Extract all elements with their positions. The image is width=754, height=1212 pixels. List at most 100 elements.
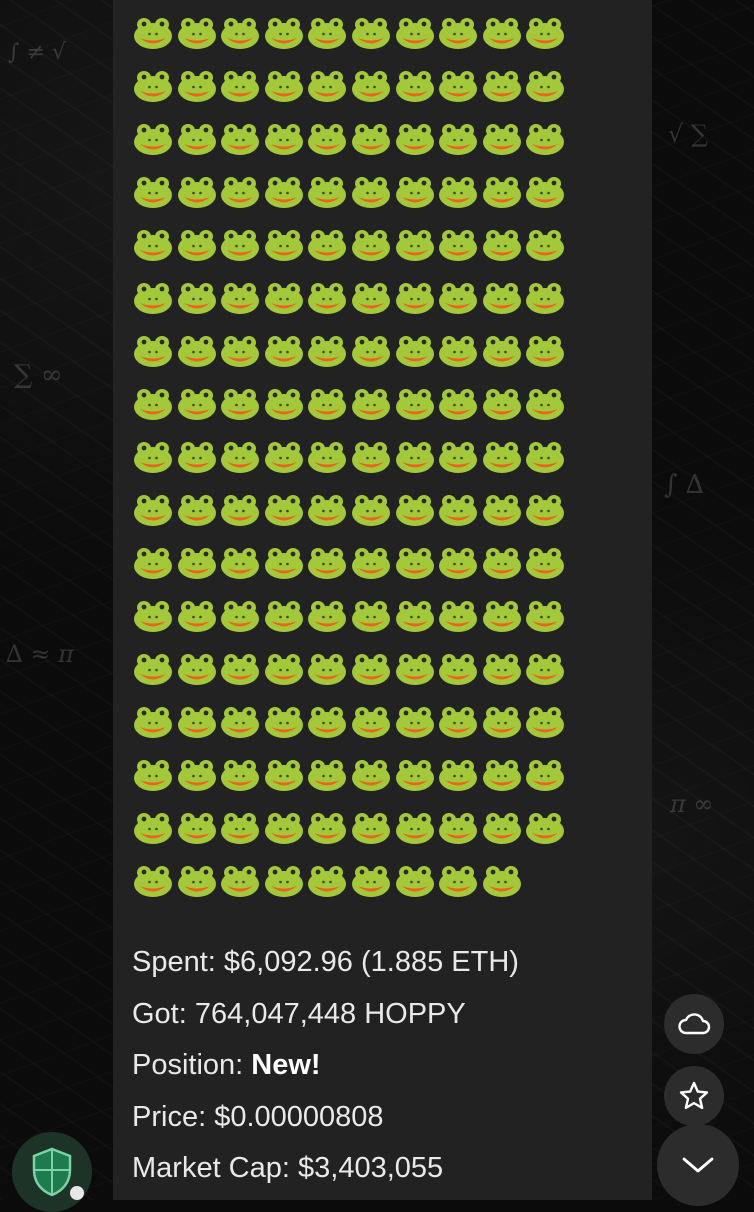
frog-emoji-icon [482,122,522,156]
frog-emoji-icon [220,705,260,739]
got-label: Got: [132,997,187,1030]
frog-emoji-icon [482,69,522,103]
frog-emoji-icon [177,69,217,103]
frog-emoji-icon [307,175,347,209]
frog-emoji-icon [220,387,260,421]
frog-row [133,644,633,697]
frog-emoji-icon [307,440,347,474]
frog-row [133,591,633,644]
frog-emoji-icon [351,387,391,421]
frog-emoji-icon [307,69,347,103]
frog-emoji-icon [177,493,217,527]
frog-row [133,8,633,61]
frog-emoji-icon [220,546,260,580]
frog-emoji-icon [220,69,260,103]
cloud-button[interactable] [664,994,724,1054]
frog-emoji-icon [395,122,435,156]
message-bubble[interactable]: Spent: $6,092.96 (1.885 ETH) Got: 764,04… [113,0,652,1200]
frog-row [133,61,633,114]
frog-emoji-icon [133,228,173,262]
frog-emoji-icon [351,122,391,156]
frog-emoji-icon [220,758,260,792]
sender-avatar[interactable] [12,1132,92,1212]
market-cap-value: $3,403,055 [298,1152,444,1184]
market-cap-label: Market Cap: [132,1152,290,1184]
frog-emoji-icon [177,387,217,421]
frog-emoji-icon [525,811,565,845]
frog-emoji-icon [133,758,173,792]
frog-emoji-icon [264,440,304,474]
frog-emoji-icon [395,652,435,686]
frog-row [133,273,633,326]
frog-emoji-icon [438,334,478,368]
frog-emoji-icon [438,758,478,792]
frog-emoji-icon [307,281,347,315]
frog-emoji-icon [351,334,391,368]
frog-emoji-icon [264,493,304,527]
frog-emoji-icon [220,16,260,50]
frog-emoji-icon [482,16,522,50]
frog-row [133,114,633,167]
market-cap-line: Market Cap: $3,403,055 [132,1143,519,1195]
frog-emoji-icon [133,493,173,527]
frog-emoji-icon [525,652,565,686]
position-line: Position: New! [132,1040,519,1092]
frog-emoji-icon [220,175,260,209]
frog-emoji-icon [395,16,435,50]
frog-row [133,803,633,856]
frog-emoji-icon [220,599,260,633]
frog-emoji-icon [351,16,391,50]
frog-emoji-icon [264,175,304,209]
frog-emoji-icon [264,387,304,421]
position-value: New! [251,1049,321,1081]
frog-emoji-icon [438,652,478,686]
frog-emoji-icon [351,69,391,103]
wallpaper-doodle: ∑ ∞ [14,360,63,390]
frog-emoji-icon [220,122,260,156]
shield-icon [32,1147,72,1197]
frog-emoji-icon [177,334,217,368]
frog-emoji-icon [133,334,173,368]
frog-row [133,750,633,803]
frog-emoji-icon [351,864,391,898]
frog-emoji-icon [351,546,391,580]
frog-emoji-icon [395,864,435,898]
scroll-down-button[interactable] [657,1124,739,1206]
wallpaper-doodle: ∫ ∆ [664,470,704,500]
frog-emoji-icon [482,758,522,792]
frog-emoji-icon [438,387,478,421]
frog-emoji-icon [264,864,304,898]
price-label: Price: [132,1100,207,1133]
frog-emoji-icon [177,811,217,845]
frog-emoji-icon [525,705,565,739]
frog-emoji-icon [177,758,217,792]
got-line: Got: 764,047,448 HOPPY [132,989,519,1041]
frog-emoji-icon [264,334,304,368]
frog-emoji-icon [177,599,217,633]
trade-summary: Spent: $6,092.96 (1.885 ETH) Got: 764,04… [132,937,519,1195]
price-value: $0.00000808 [214,1100,384,1133]
frog-emoji-icon [307,758,347,792]
frog-emoji-icon [525,175,565,209]
frog-emoji-icon [395,175,435,209]
cloud-icon [678,1013,711,1035]
frog-emoji-icon [351,758,391,792]
got-value: 764,047,448 HOPPY [194,997,466,1030]
frog-emoji-icon [525,228,565,262]
frog-emoji-icon [307,387,347,421]
frog-emoji-icon [438,122,478,156]
frog-emoji-icon [220,811,260,845]
frog-emoji-icon [264,281,304,315]
frog-emoji-icon [395,546,435,580]
frog-emoji-icon [220,228,260,262]
frog-emoji-icon [133,281,173,315]
frog-emoji-icon [482,281,522,315]
frog-emoji-icon [264,599,304,633]
frog-emoji-icon [438,16,478,50]
frog-emoji-icon [395,69,435,103]
favorite-button[interactable] [664,1066,724,1126]
wallpaper-doodle: π ∞ [670,790,714,818]
wallpaper-doodle: ∫ ≠ √ [8,40,66,65]
frog-emoji-icon [438,864,478,898]
frog-emoji-icon [351,175,391,209]
